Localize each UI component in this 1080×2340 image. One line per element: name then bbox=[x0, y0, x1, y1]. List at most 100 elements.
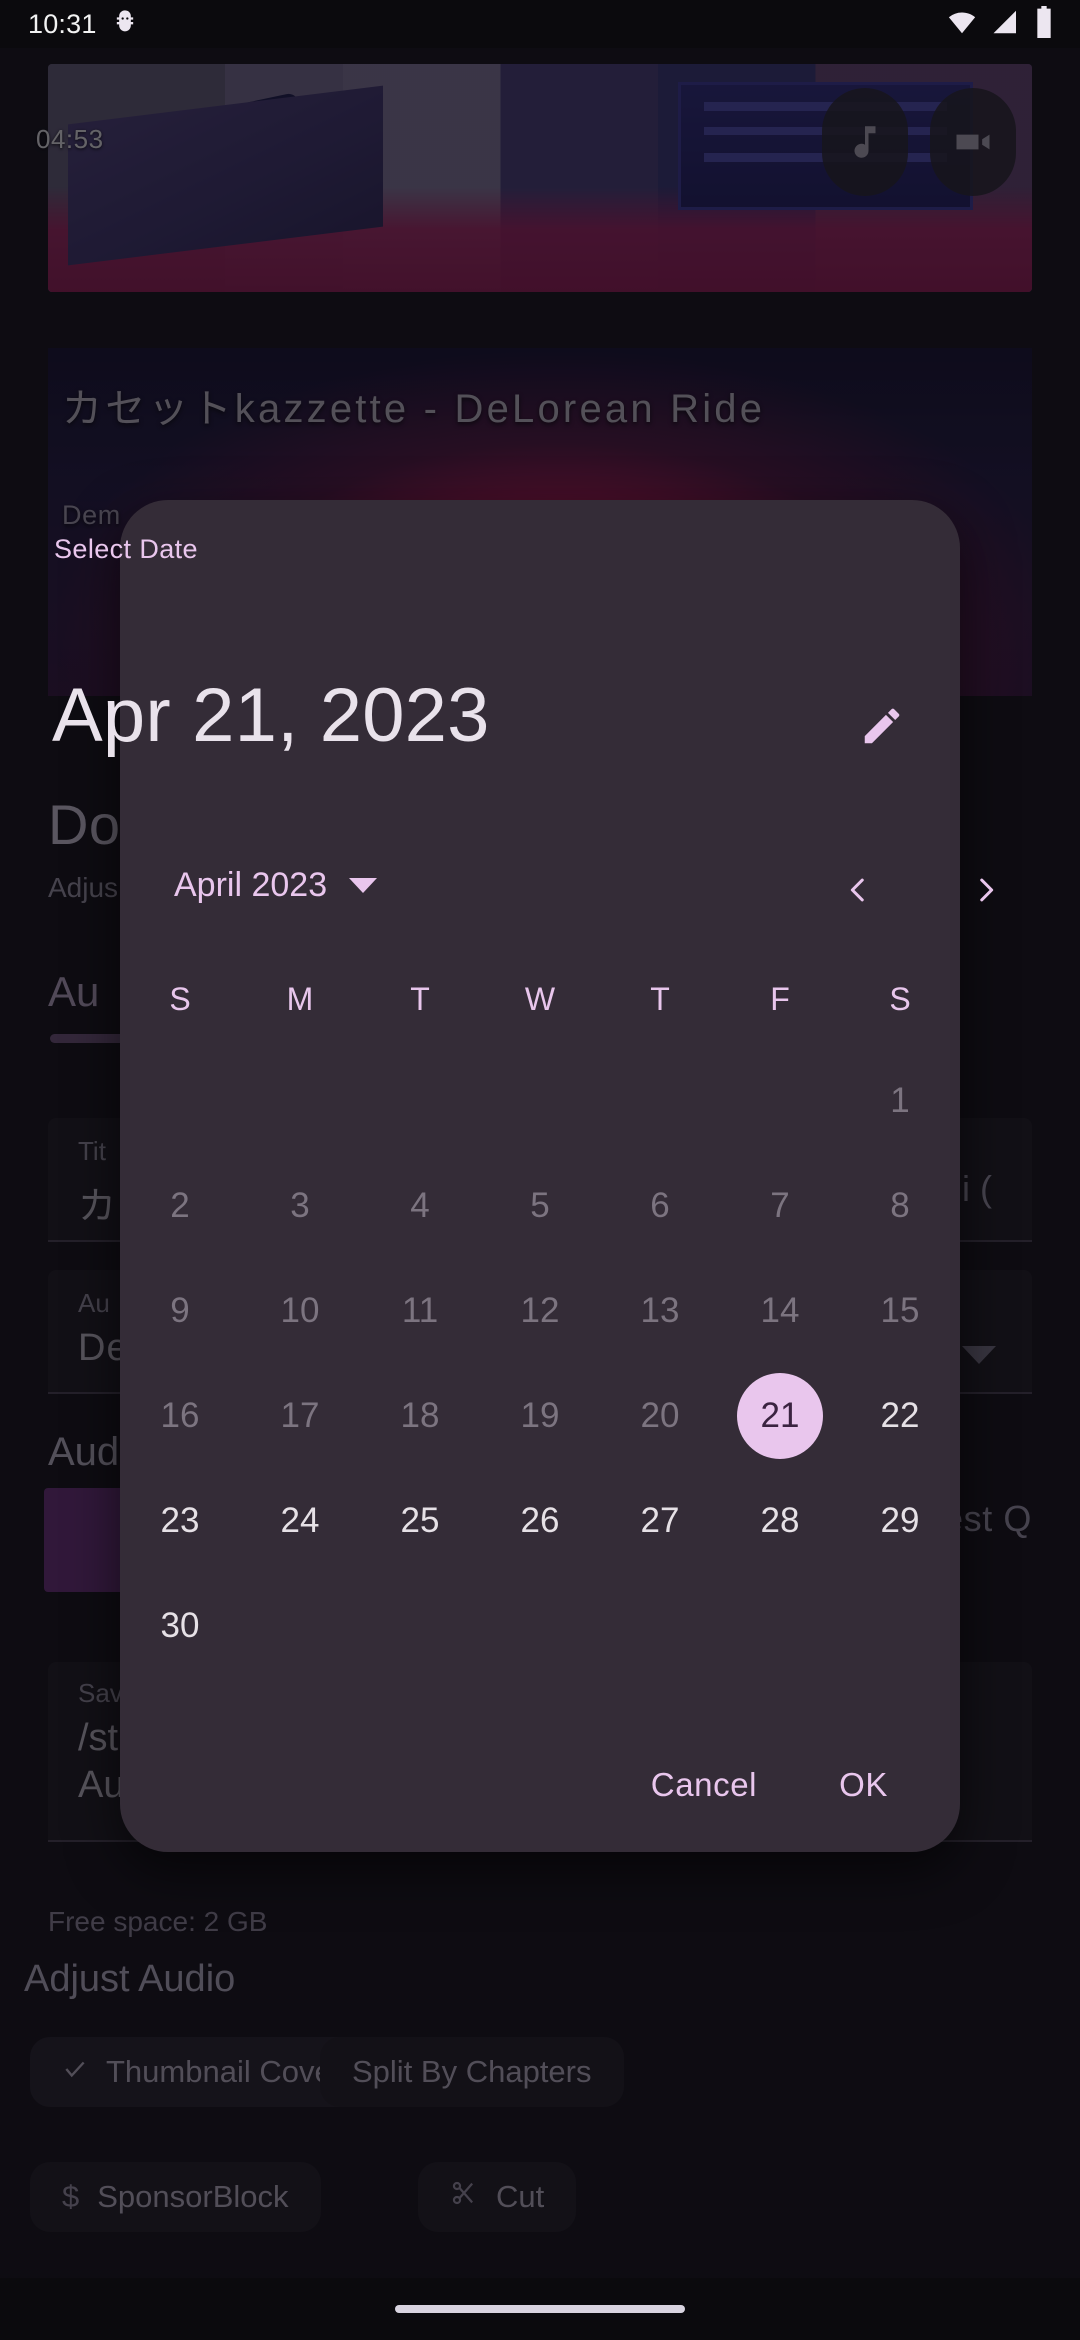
calendar-day-label bbox=[257, 1583, 343, 1669]
pencil-icon[interactable] bbox=[848, 692, 916, 760]
calendar-day-13: 13 bbox=[600, 1258, 720, 1363]
calendar-day-label: 7 bbox=[770, 1185, 790, 1225]
status-clock: 10:31 bbox=[28, 8, 97, 39]
calendar-day-label bbox=[857, 1583, 943, 1669]
calendar-day-label: 23 bbox=[160, 1500, 200, 1540]
calendar-day-label: 16 bbox=[160, 1395, 200, 1435]
calendar-day-empty bbox=[240, 1048, 360, 1153]
month-navigation-row: April 2023 bbox=[120, 840, 994, 948]
navigation-bar bbox=[0, 2278, 1080, 2340]
calendar-day-2: 2 bbox=[120, 1153, 240, 1258]
calendar-day-label bbox=[617, 1058, 703, 1144]
bug-icon bbox=[111, 8, 139, 41]
calendar-day-label: 3 bbox=[290, 1185, 310, 1225]
calendar-day-14: 14 bbox=[720, 1258, 840, 1363]
calendar-day-label: 18 bbox=[400, 1395, 440, 1435]
dialog-headline-date: Apr 21, 2023 bbox=[52, 673, 490, 758]
calendar-day-17: 17 bbox=[240, 1363, 360, 1468]
weekday-header-3: W bbox=[524, 981, 556, 1017]
calendar-day-11: 11 bbox=[360, 1258, 480, 1363]
calendar-day-label: 24 bbox=[280, 1500, 320, 1540]
weekday-header-2: T bbox=[410, 981, 430, 1017]
calendar-day-empty bbox=[600, 1048, 720, 1153]
cancel-button[interactable]: Cancel bbox=[641, 1750, 767, 1820]
calendar-day-label: 29 bbox=[880, 1500, 920, 1540]
calendar-day-label: 10 bbox=[280, 1290, 320, 1330]
calendar-day-3: 3 bbox=[240, 1153, 360, 1258]
calendar-day-16: 16 bbox=[120, 1363, 240, 1468]
calendar-day-19: 19 bbox=[480, 1363, 600, 1468]
calendar-day-label: 30 bbox=[160, 1605, 200, 1645]
calendar-day-24[interactable]: 24 bbox=[240, 1468, 360, 1573]
calendar-day-label: 19 bbox=[520, 1395, 560, 1435]
calendar-day-empty bbox=[480, 1048, 600, 1153]
calendar-day-9: 9 bbox=[120, 1258, 240, 1363]
calendar-day-25[interactable]: 25 bbox=[360, 1468, 480, 1573]
month-year-selector[interactable]: April 2023 bbox=[174, 866, 378, 905]
calendar-day-empty bbox=[240, 1573, 360, 1678]
calendar-day-label bbox=[737, 1058, 823, 1144]
calendar-day-21[interactable]: 21 bbox=[720, 1363, 840, 1468]
home-gesture-handle[interactable] bbox=[395, 2305, 685, 2313]
calendar-day-label: 21 bbox=[737, 1372, 823, 1459]
calendar-day-label: 4 bbox=[410, 1185, 430, 1225]
calendar-day-empty bbox=[480, 1573, 600, 1678]
calendar-day-label bbox=[737, 1583, 823, 1669]
battery-icon bbox=[1034, 5, 1054, 43]
status-bar: 10:31 bbox=[0, 0, 1080, 48]
calendar-day-7: 7 bbox=[720, 1153, 840, 1258]
calendar-day-label: 5 bbox=[530, 1185, 550, 1225]
weekday-header-1: M bbox=[286, 981, 314, 1017]
month-year-label: April 2023 bbox=[174, 866, 328, 904]
calendar-day-label: 22 bbox=[880, 1395, 920, 1435]
calendar-day-30[interactable]: 30 bbox=[120, 1573, 240, 1678]
calendar-day-27[interactable]: 27 bbox=[600, 1468, 720, 1573]
calendar-day-28[interactable]: 28 bbox=[720, 1468, 840, 1573]
weekday-header-4: T bbox=[650, 981, 670, 1017]
calendar-day-label: 15 bbox=[880, 1290, 920, 1330]
chevron-down-icon bbox=[349, 878, 378, 893]
calendar-day-label: 20 bbox=[640, 1395, 680, 1435]
weekday-header-5: F bbox=[770, 981, 790, 1017]
wifi-icon bbox=[946, 7, 978, 42]
calendar-day-29[interactable]: 29 bbox=[840, 1468, 960, 1573]
calendar-day-label bbox=[497, 1583, 583, 1669]
calendar-day-empty bbox=[720, 1573, 840, 1678]
calendar-day-label: 12 bbox=[520, 1290, 560, 1330]
calendar-day-empty bbox=[360, 1048, 480, 1153]
cellular-signal-icon bbox=[991, 7, 1021, 42]
calendar-day-label bbox=[137, 1058, 223, 1144]
calendar-day-20: 20 bbox=[600, 1363, 720, 1468]
calendar-day-22[interactable]: 22 bbox=[840, 1363, 960, 1468]
weekday-header-6: S bbox=[889, 981, 911, 1017]
calendar-day-label bbox=[377, 1583, 463, 1669]
calendar-day-label: 1 bbox=[890, 1080, 910, 1120]
calendar-day-label: 27 bbox=[640, 1500, 680, 1540]
calendar-day-15: 15 bbox=[840, 1258, 960, 1363]
weekday-header-0: S bbox=[169, 981, 191, 1017]
chevron-right-icon[interactable] bbox=[948, 852, 1024, 928]
calendar-day-label bbox=[377, 1058, 463, 1144]
calendar-day-label: 11 bbox=[401, 1290, 439, 1330]
calendar-day-23[interactable]: 23 bbox=[120, 1468, 240, 1573]
ok-button[interactable]: OK bbox=[829, 1750, 898, 1820]
calendar-day-empty bbox=[120, 1048, 240, 1153]
calendar-day-8: 8 bbox=[840, 1153, 960, 1258]
calendar-day-label: 26 bbox=[520, 1500, 560, 1540]
chevron-left-icon[interactable] bbox=[820, 852, 896, 928]
calendar-day-label: 17 bbox=[280, 1395, 320, 1435]
calendar-day-label: 9 bbox=[170, 1290, 190, 1330]
dialog-action-row: Cancel OK bbox=[120, 1730, 960, 1840]
calendar-day-label: 6 bbox=[650, 1185, 670, 1225]
calendar-day-label: 14 bbox=[760, 1290, 800, 1330]
calendar-day-26[interactable]: 26 bbox=[480, 1468, 600, 1573]
calendar-day-grid: 1 2 3 4 5 6 7 8 9 10 11 12 13 14 15 16 17 18 19 20 21 22 23 24 2… bbox=[120, 1048, 960, 1678]
calendar-day-label: 28 bbox=[760, 1500, 800, 1540]
calendar-day-label: 8 bbox=[890, 1185, 910, 1225]
weekday-header-row: SMTWTFS bbox=[120, 962, 960, 1036]
calendar-day-empty bbox=[600, 1573, 720, 1678]
calendar-day-6: 6 bbox=[600, 1153, 720, 1258]
calendar-day-4: 4 bbox=[360, 1153, 480, 1258]
calendar-day-label: 25 bbox=[400, 1500, 440, 1540]
calendar-day-label: 2 bbox=[170, 1185, 190, 1225]
